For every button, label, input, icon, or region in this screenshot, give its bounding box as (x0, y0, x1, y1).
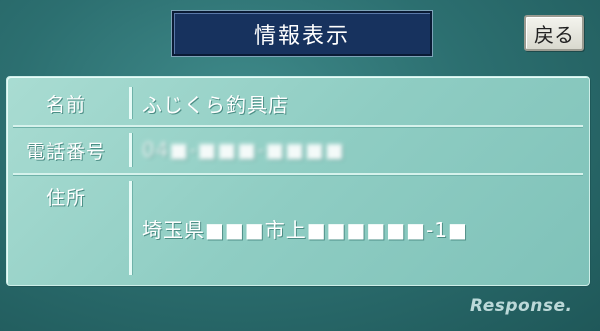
watermark-logo: Response. (470, 296, 573, 316)
row-divider (13, 173, 583, 175)
phone-value: 04■-■■■-■■■■ (138, 129, 589, 171)
phone-value-text: 04■-■■■-■■■■ (142, 138, 346, 162)
column-divider (129, 133, 132, 167)
name-row: 名前 ふじくら釣具店 (7, 83, 589, 123)
address-row: 住所 埼玉県■■■市上■■■■■■-1■ (7, 177, 589, 279)
name-value: ふじくら釣具店 (142, 92, 289, 117)
address-label: 住所 (45, 187, 86, 209)
back-button[interactable]: 戻る (524, 15, 584, 51)
name-label: 名前 (45, 93, 86, 116)
address-value: 埼玉県■■■市上■■■■■■-1■ (138, 177, 589, 279)
address-value-text: 埼玉県■■■市上■■■■■■-1■ (142, 217, 468, 242)
phone-label: 電話番号 (25, 140, 106, 163)
info-panel: 名前 ふじくら釣具店 電話番号 04■-■■■-■■■■ 住所 埼玉県■■■市上… (6, 76, 590, 286)
column-divider (129, 181, 132, 275)
screen-title: 情報表示 (172, 11, 432, 56)
row-divider (13, 125, 583, 127)
phone-row: 電話番号 04■-■■■-■■■■ (7, 129, 589, 171)
column-divider (129, 87, 132, 119)
